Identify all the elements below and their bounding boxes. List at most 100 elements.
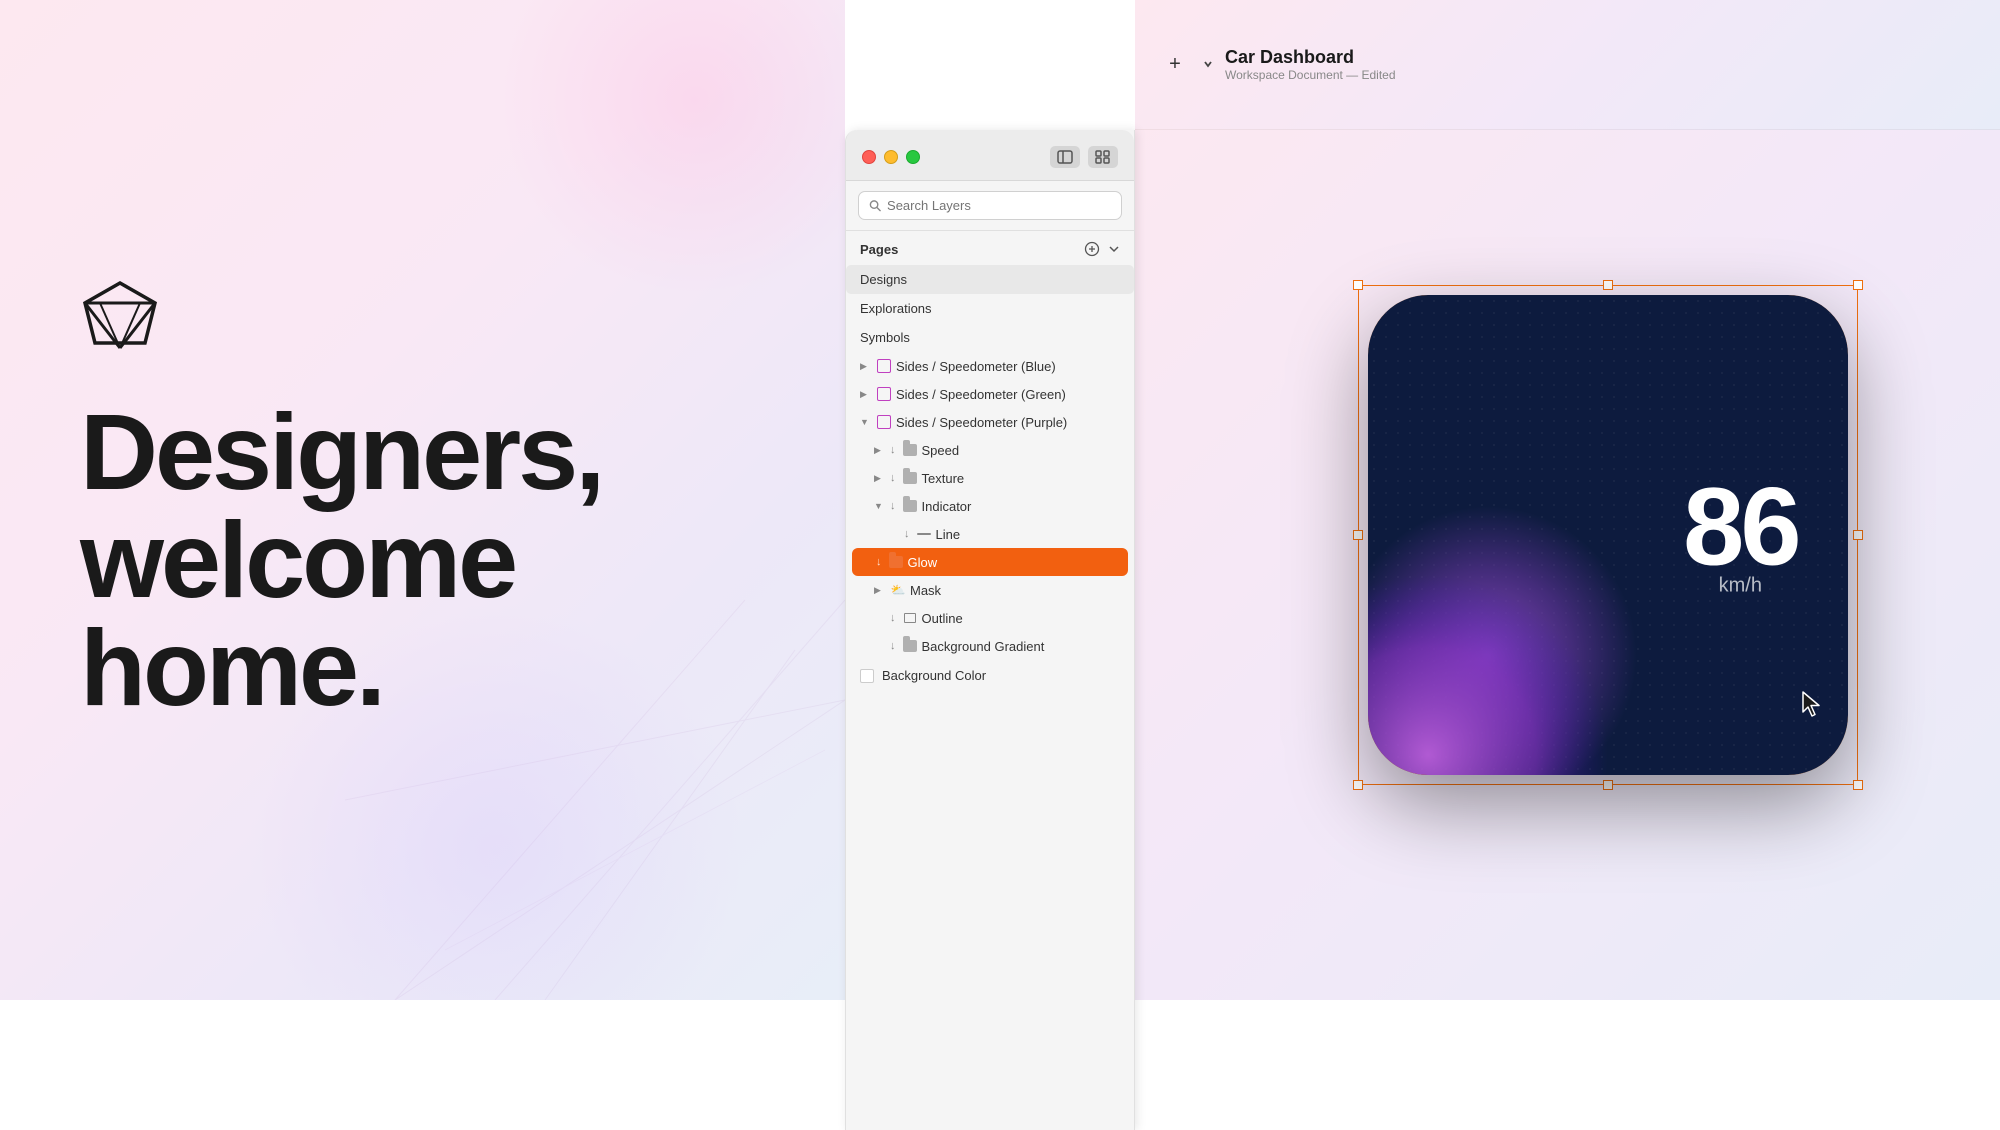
layer-label: Background Gradient <box>922 639 1045 654</box>
document-title: Car Dashboard <box>1225 47 1396 68</box>
search-layers-input[interactable] <box>887 198 1111 213</box>
corner-handle-rm[interactable] <box>1853 530 1863 540</box>
close-button[interactable] <box>862 150 876 164</box>
canvas-area[interactable]: 86 km/h <box>1135 130 2000 1000</box>
add-button[interactable]: + <box>1159 49 1191 81</box>
layers-panel: Pages Designs Explorations Symbols ▶ Sid… <box>845 130 1135 1130</box>
layer-line[interactable]: ↓ Line <box>846 520 1134 548</box>
layer-mask[interactable]: ▶ ⛅ Mask <box>846 576 1134 604</box>
search-input-wrap[interactable] <box>858 191 1122 220</box>
add-page-icon[interactable] <box>1084 241 1100 257</box>
layers-list: ▶ Sides / Speedometer (Blue) ▶ Sides / S… <box>846 352 1134 1130</box>
layer-label: Mask <box>910 583 941 598</box>
chevron-right-icon: ▶ <box>874 585 886 596</box>
welcome-line2: welcome <box>80 506 765 614</box>
layer-label: Sides / Speedometer (Purple) <box>896 415 1067 430</box>
cursor-icon <box>1801 690 1823 720</box>
layer-background-color[interactable]: Background Color <box>846 660 1134 691</box>
window-right-controls <box>1050 146 1118 168</box>
layer-label: Speed <box>922 443 960 458</box>
sym-arrow-icon: ↓ <box>890 612 896 624</box>
speed-display: 86 km/h <box>1683 473 1797 598</box>
layer-speed[interactable]: ▶ ↓ Speed <box>846 436 1134 464</box>
pages-label: Pages <box>860 242 898 257</box>
sym-arrow-icon: ↓ <box>890 444 896 456</box>
layer-speedometer-green[interactable]: ▶ Sides / Speedometer (Green) <box>846 380 1134 408</box>
line-icon <box>916 526 932 542</box>
folder-icon <box>902 498 918 514</box>
speed-value: 86 <box>1683 473 1797 583</box>
layer-background-gradient[interactable]: ↓ Background Gradient <box>846 632 1134 660</box>
layer-speedometer-blue[interactable]: ▶ Sides / Speedometer (Blue) <box>846 352 1134 380</box>
breadcrumb: Car Dashboard Workspace Document — Edite… <box>1225 47 1396 82</box>
welcome-heading: Designers, welcome home. <box>80 398 765 722</box>
layer-texture[interactable]: ▶ ↓ Texture <box>846 464 1134 492</box>
zoom-button[interactable] <box>906 150 920 164</box>
layer-speedometer-purple[interactable]: ▼ Sides / Speedometer (Purple) <box>846 408 1134 436</box>
folder-icon <box>902 470 918 486</box>
search-icon <box>869 199 881 212</box>
layer-label: Indicator <box>922 499 972 514</box>
indicator-arc <box>1368 495 1648 775</box>
corner-handle-tr[interactable] <box>1853 280 1863 290</box>
document-subtitle: Workspace Document — Edited <box>1225 68 1396 82</box>
welcome-line1: Designers, <box>80 398 765 506</box>
cloud-icon: ⛅ <box>890 582 906 598</box>
layer-indicator[interactable]: ▼ ↓ Indicator <box>846 492 1134 520</box>
sym-arrow-icon: ↓ <box>876 556 882 568</box>
inspector-toggle-button[interactable] <box>1050 146 1080 168</box>
welcome-panel: Designers, welcome home. <box>0 0 845 1000</box>
search-bar <box>846 181 1134 231</box>
corner-handle-lm[interactable] <box>1353 530 1363 540</box>
page-item-explorations[interactable]: Explorations <box>846 294 1134 323</box>
corner-handle-bl[interactable] <box>1353 780 1363 790</box>
app-logo-icon <box>80 278 160 358</box>
chevron-right-icon: ▶ <box>860 389 872 400</box>
layer-label: Glow <box>908 555 938 570</box>
corner-handle-br[interactable] <box>1853 780 1863 790</box>
chevron-right-icon: ▶ <box>874 445 886 456</box>
minimize-button[interactable] <box>884 150 898 164</box>
layer-label: Outline <box>922 611 963 626</box>
chevron-right-icon: ▶ <box>874 473 886 484</box>
layer-label: Line <box>936 527 961 542</box>
artboard-icon <box>876 358 892 374</box>
sym-arrow-icon: ↓ <box>890 500 896 512</box>
rect-icon <box>902 610 918 626</box>
folder-icon <box>902 442 918 458</box>
layer-glow[interactable]: ↓ Glow <box>852 548 1128 576</box>
chevron-down-icon: ▼ <box>860 417 872 427</box>
canvas-panel: + Car Dashboard Workspace Document — Edi… <box>1135 0 2000 1000</box>
traffic-lights <box>862 150 920 164</box>
corner-handle-tl[interactable] <box>1353 280 1363 290</box>
layer-label: Texture <box>922 471 965 486</box>
speedometer-artboard[interactable]: 86 km/h <box>1368 295 1848 775</box>
pages-controls <box>1084 241 1120 257</box>
chevron-dropdown-icon[interactable] <box>1203 59 1213 71</box>
chevron-down-icon[interactable] <box>1108 243 1120 255</box>
pages-header: Pages <box>846 231 1134 265</box>
corner-handle-bm[interactable] <box>1603 780 1613 790</box>
folder-icon <box>902 638 918 654</box>
top-toolbar: + Car Dashboard Workspace Document — Edi… <box>1135 0 2000 130</box>
artboard-icon <box>876 386 892 402</box>
layer-label: Sides / Speedometer (Blue) <box>896 359 1056 374</box>
layer-outline[interactable]: ↓ Outline <box>846 604 1134 632</box>
layer-label: Background Color <box>882 668 986 683</box>
grid-view-button[interactable] <box>1088 146 1118 168</box>
corner-handle-tm[interactable] <box>1603 280 1613 290</box>
artboard-icon <box>876 414 892 430</box>
color-swatch <box>860 669 874 683</box>
chevron-down-icon: ▼ <box>874 501 886 511</box>
sym-arrow-icon: ↓ <box>904 528 910 540</box>
welcome-line3: home. <box>80 614 765 722</box>
window-titlebar <box>846 130 1134 181</box>
page-item-designs[interactable]: Designs <box>846 265 1134 294</box>
sym-arrow-icon: ↓ <box>890 472 896 484</box>
page-item-symbols[interactable]: Symbols <box>846 323 1134 352</box>
chevron-right-icon: ▶ <box>860 361 872 372</box>
pages-list: Designs Explorations Symbols <box>846 265 1134 352</box>
layer-label: Sides / Speedometer (Green) <box>896 387 1066 402</box>
sym-arrow-icon: ↓ <box>890 640 896 652</box>
folder-orange-icon <box>888 554 904 570</box>
